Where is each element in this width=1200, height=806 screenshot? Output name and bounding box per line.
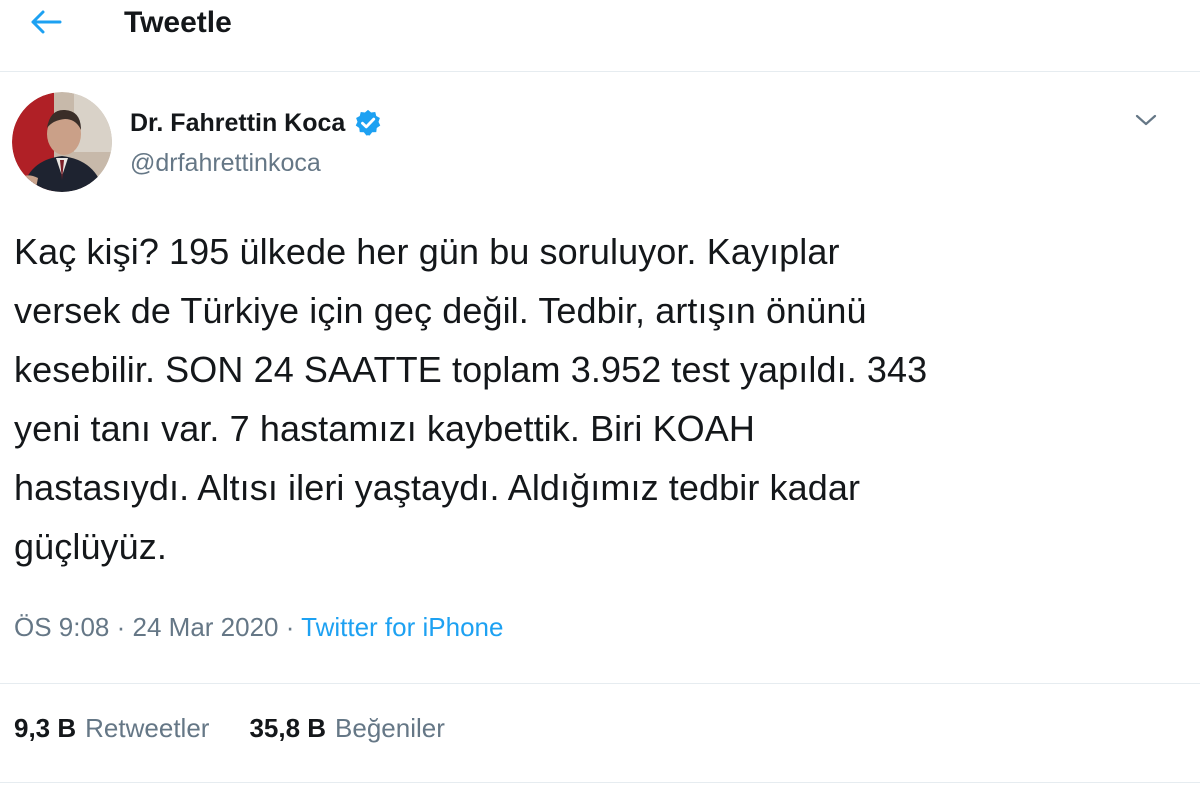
author-display-name[interactable]: Dr. Fahrettin Koca [130, 108, 383, 138]
chevron-down-icon [1135, 114, 1157, 126]
tweet-text-line: hastasıydı. Altısı ileri yaştaydı. Aldığ… [14, 467, 861, 508]
back-button[interactable] [22, 4, 70, 40]
tweet-source-link[interactable]: Twitter for iPhone [301, 612, 503, 642]
meta-separator: · [109, 612, 133, 642]
profile-photo-icon [12, 92, 112, 192]
author-name-text: Dr. Fahrettin Koca [130, 109, 346, 137]
header-bar: Tweetle [0, 0, 1200, 72]
tweet-time[interactable]: ÖS 9:08 [14, 612, 109, 642]
likes-label: Beğeniler [335, 713, 445, 743]
arrow-left-icon [31, 10, 62, 34]
likes-stat[interactable]: 35,8 B Beğeniler [249, 711, 444, 745]
page-title: Tweetle [124, 6, 232, 39]
tweet-menu-button[interactable] [1130, 104, 1162, 136]
tweet-text: Kaç kişi? 195 ülkede her gün bu soruluyo… [14, 222, 1174, 576]
retweets-stat[interactable]: 9,3 B Retweetler [14, 711, 209, 745]
verified-badge-icon [353, 108, 383, 138]
tweet-text-line: versek de Türkiye için geç değil. Tedbir… [14, 290, 867, 331]
likes-count: 35,8 B [249, 713, 327, 743]
avatar[interactable] [12, 92, 112, 192]
meta-separator: · [278, 612, 302, 642]
tweet-date[interactable]: 24 Mar 2020 [133, 612, 279, 642]
tweet-text-line: güçlüyüz. [14, 526, 167, 567]
tweet-detail-page: Tweetle Dr. Fahrettin Koca @drfahrettink… [0, 0, 1200, 806]
retweets-count: 9,3 B [14, 713, 77, 743]
tweet-text-line: kesebilir. SON 24 SAATTE toplam 3.952 te… [14, 349, 928, 390]
tweet-text-line: yeni tanı var. 7 hastamızı kaybettik. Bi… [14, 408, 755, 449]
author-handle[interactable]: @drfahrettinkoca [130, 148, 321, 178]
tweet-stats: 9,3 B Retweetler 35,8 B Beğeniler [14, 711, 485, 745]
retweets-label: Retweetler [85, 713, 210, 743]
divider [0, 683, 1200, 684]
tweet-metadata: ÖS 9:08 · 24 Mar 2020 · Twitter for iPho… [14, 610, 503, 644]
divider [0, 782, 1200, 783]
tweet-text-line: Kaç kişi? 195 ülkede her gün bu soruluyo… [14, 231, 840, 272]
